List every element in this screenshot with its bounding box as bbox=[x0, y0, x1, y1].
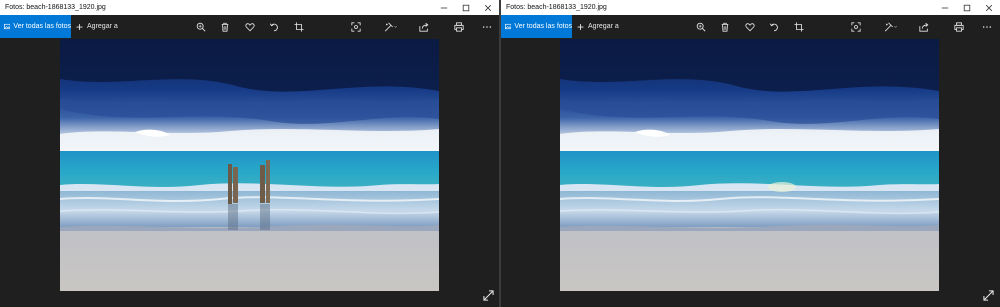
minimize-icon bbox=[941, 7, 949, 8]
zoom-button[interactable] bbox=[191, 15, 211, 38]
heart-icon bbox=[245, 22, 255, 31]
toolbar: Ver todas las fotos + Agregar a bbox=[0, 15, 499, 38]
share-button[interactable] bbox=[414, 15, 434, 38]
maximize-button[interactable] bbox=[956, 0, 978, 15]
more-icon bbox=[482, 25, 492, 28]
crop-icon bbox=[294, 21, 304, 32]
close-icon bbox=[985, 4, 993, 11]
view-all-photos-button[interactable]: Ver todas las fotos bbox=[0, 15, 71, 38]
photos-window-left: Fotos: beach-1868133_1920.jpg Ver todas … bbox=[0, 0, 499, 307]
rotate-icon bbox=[269, 22, 278, 31]
view-all-photos-label: Ver todas las fotos bbox=[13, 23, 71, 30]
view-all-photos-button[interactable]: Ver todas las fotos bbox=[501, 15, 572, 38]
more-options-button[interactable] bbox=[977, 15, 997, 38]
share-icon bbox=[419, 22, 429, 32]
print-icon bbox=[954, 21, 964, 32]
set-on-lockscreen-icon bbox=[851, 21, 861, 32]
maximize-icon bbox=[963, 4, 971, 11]
edit-create-button[interactable] bbox=[378, 15, 404, 38]
beach-photo-edited bbox=[560, 39, 939, 291]
more-icon bbox=[982, 25, 992, 28]
favorite-button[interactable] bbox=[240, 15, 260, 38]
minimize-icon bbox=[440, 7, 448, 8]
zoom-icon bbox=[696, 22, 706, 31]
window-title: Fotos: beach-1868133_1920.jpg bbox=[5, 4, 106, 11]
crop-button[interactable] bbox=[289, 15, 309, 38]
share-icon bbox=[919, 22, 929, 32]
fullscreen-button[interactable] bbox=[981, 288, 995, 302]
close-button[interactable] bbox=[477, 0, 499, 15]
add-to-button[interactable]: + Agregar a bbox=[76, 15, 118, 38]
share-button[interactable] bbox=[914, 15, 934, 38]
expand-icon bbox=[482, 289, 494, 301]
rotate-button[interactable] bbox=[764, 15, 784, 38]
crop-icon bbox=[794, 21, 804, 32]
plus-icon: + bbox=[577, 19, 585, 34]
delete-icon bbox=[721, 22, 729, 32]
maximize-button[interactable] bbox=[455, 0, 477, 15]
more-options-button[interactable] bbox=[477, 15, 497, 38]
print-icon bbox=[454, 21, 464, 32]
zoom-icon bbox=[196, 22, 206, 31]
close-icon bbox=[484, 4, 492, 11]
delete-icon bbox=[221, 22, 229, 32]
title-bar[interactable]: Fotos: beach-1868133_1920.jpg bbox=[0, 0, 499, 15]
plus-icon: + bbox=[76, 19, 84, 34]
favorite-button[interactable] bbox=[740, 15, 760, 38]
rotate-button[interactable] bbox=[264, 15, 284, 38]
set-on-lockscreen-icon bbox=[351, 21, 361, 32]
rotate-icon bbox=[769, 22, 778, 31]
edit-create-button[interactable] bbox=[878, 15, 904, 38]
edit-create-icon bbox=[384, 22, 398, 31]
zoom-button[interactable] bbox=[691, 15, 711, 38]
delete-button[interactable] bbox=[215, 15, 235, 38]
view-all-photos-label: Ver todas las fotos bbox=[514, 23, 572, 30]
close-button[interactable] bbox=[978, 0, 1000, 15]
add-to-label: Agregar a bbox=[87, 23, 118, 30]
photos-window-right: Fotos: beach-1868133_1920.jpg Ver todas … bbox=[501, 0, 1000, 307]
heart-icon bbox=[745, 22, 755, 31]
minimize-button[interactable] bbox=[934, 0, 956, 15]
edit-create-icon bbox=[884, 22, 898, 31]
beach-photo-with-posts bbox=[60, 39, 439, 291]
add-to-button[interactable]: + Agregar a bbox=[577, 15, 619, 38]
fullscreen-button[interactable] bbox=[481, 288, 495, 302]
expand-icon bbox=[982, 289, 994, 301]
maximize-icon bbox=[462, 4, 470, 11]
set-on-lockscreen-button[interactable] bbox=[346, 15, 366, 38]
crop-button[interactable] bbox=[789, 15, 809, 38]
add-to-label: Agregar a bbox=[588, 23, 619, 30]
print-button[interactable] bbox=[949, 15, 969, 38]
photos-icon bbox=[4, 23, 11, 30]
minimize-button[interactable] bbox=[433, 0, 455, 15]
toolbar: Ver todas las fotos + Agregar a bbox=[501, 15, 1000, 38]
print-button[interactable] bbox=[449, 15, 469, 38]
title-bar[interactable]: Fotos: beach-1868133_1920.jpg bbox=[501, 0, 1000, 15]
set-on-lockscreen-button[interactable] bbox=[846, 15, 866, 38]
photos-icon bbox=[505, 23, 512, 30]
delete-button[interactable] bbox=[715, 15, 735, 38]
window-title: Fotos: beach-1868133_1920.jpg bbox=[506, 4, 607, 11]
